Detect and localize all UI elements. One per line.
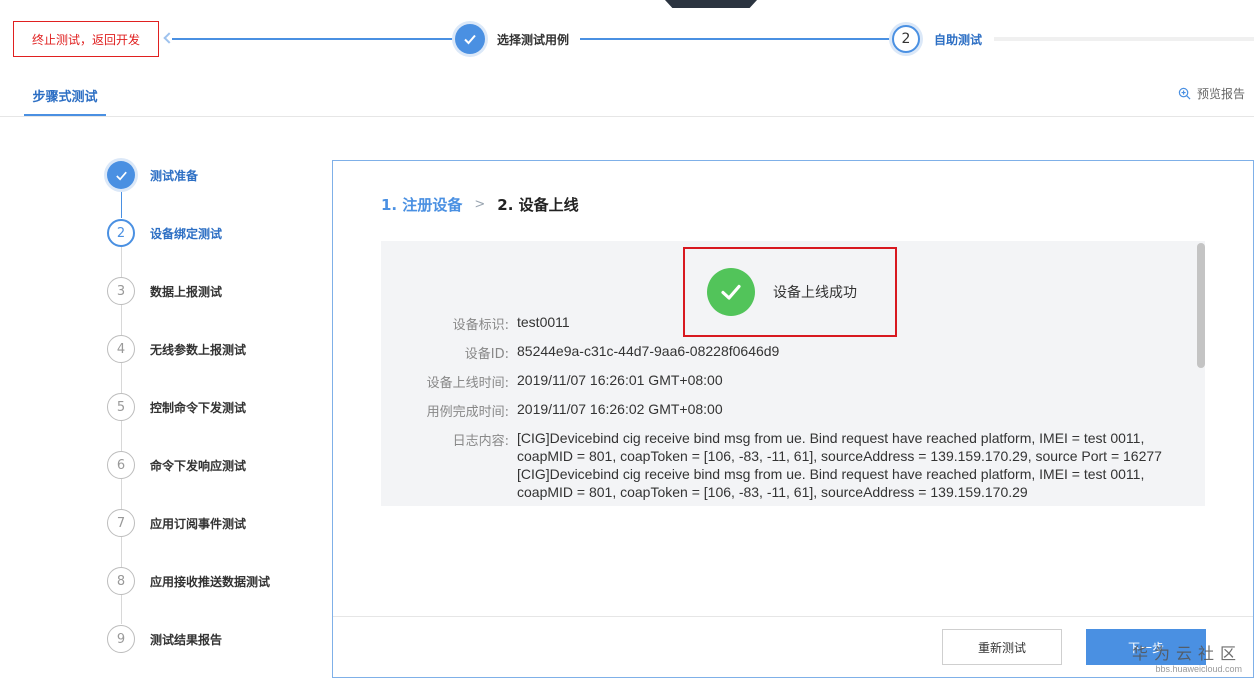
success-check-icon [707, 268, 755, 316]
step-6-number: 6 [107, 451, 135, 479]
online-time-row: 设备上线时间: 2019/11/07 16:26:01 GMT+08:00 [381, 371, 1197, 391]
step-label: 无线参数上报测试 [150, 343, 247, 357]
device-id-row: 设备ID: 85244e9a-c31c-44d7-9aa6-08228f0646… [381, 342, 1197, 362]
step-label: 数据上报测试 [150, 285, 223, 299]
log-line: [CIG]Devicebind cig receive bind msg fro… [517, 430, 1162, 464]
scrollbar-thumb[interactable] [1197, 243, 1205, 368]
retest-button[interactable]: 重新测试 [942, 629, 1062, 665]
log-line: [CIG]Devicebind cig receive bind msg fro… [517, 466, 1145, 500]
field-label: 日志内容: [452, 434, 509, 449]
step-label: 设备绑定测试 [150, 227, 223, 241]
online-time-value: 2019/11/07 16:26:01 GMT+08:00 [517, 372, 723, 388]
field-label: 设备ID: [464, 347, 509, 362]
footer-divider [333, 616, 1253, 617]
step-done-check [455, 24, 485, 54]
chevron-right-icon: > [474, 197, 486, 212]
watermark: 华为云社区 bbs.huaweicloud.com [1132, 640, 1242, 674]
progress-track-current [580, 38, 893, 40]
top-notch [665, 0, 757, 8]
step-self-test-label: 自助测试 [934, 33, 983, 47]
step-label: 应用接收推送数据测试 [150, 575, 271, 589]
breadcrumb: 1. 注册设备 > 2. 设备上线 [381, 194, 579, 215]
step-label: 应用订阅事件测试 [150, 517, 247, 531]
step-label: 测试结果报告 [150, 633, 223, 647]
breadcrumb-device-online: 2. 设备上线 [497, 196, 579, 214]
field-label: 用例完成时间: [426, 405, 509, 420]
step-9-number: 9 [107, 625, 135, 653]
check-icon [115, 171, 127, 180]
step-4-number: 4 [107, 335, 135, 363]
step-7-number: 7 [107, 509, 135, 537]
tab-step-test[interactable]: 步骤式测试 [24, 76, 106, 116]
step-current-number: 2 [892, 25, 920, 53]
tab-divider [0, 116, 1254, 117]
field-label: 设备标识: [452, 318, 509, 333]
done-time-row: 用例完成时间: 2019/11/07 16:26:02 GMT+08:00 [381, 400, 1197, 420]
watermark-title: 华为云社区 [1132, 644, 1243, 663]
field-label: 设备上线时间: [426, 376, 509, 391]
log-content: [CIG]Devicebind cig receive bind msg fro… [509, 429, 1169, 501]
result-box: 设备上线成功 设备标识: test0011 设备ID: 85244e9a-c31… [381, 241, 1197, 506]
progress-track-done [172, 38, 456, 40]
done-time-value: 2019/11/07 16:26:02 GMT+08:00 [517, 401, 723, 417]
check-icon [464, 34, 476, 45]
preview-report-link[interactable]: 预览报告 [1178, 85, 1245, 102]
step-label: 控制命令下发测试 [150, 401, 247, 415]
device-tag-value: test0011 [517, 314, 570, 330]
log-row: 日志内容: [CIG]Devicebind cig receive bind m… [381, 429, 1197, 501]
step-label: 测试准备 [150, 169, 199, 183]
watermark-url: bbs.huaweicloud.com [1155, 664, 1243, 674]
progress-track-todo [994, 37, 1254, 41]
step-label: 命令下发响应测试 [150, 459, 247, 473]
step-select-cases-label: 选择测试用例 [497, 33, 570, 47]
step-connector [121, 188, 122, 218]
success-message: 设备上线成功 [773, 285, 857, 301]
step-1-done [107, 161, 135, 189]
test-panel: 1. 注册设备 > 2. 设备上线 设备上线成功 设备标识: test0011 … [332, 160, 1254, 678]
abort-test-button[interactable]: 终止测试，返回开发 [13, 21, 159, 57]
zoom-in-icon [1178, 87, 1191, 100]
breadcrumb-register-device[interactable]: 1. 注册设备 [381, 194, 462, 215]
log-scrollbar[interactable] [1197, 241, 1205, 506]
device-tag-row: 设备标识: test0011 [381, 313, 1197, 333]
device-id-value: 85244e9a-c31c-44d7-9aa6-08228f0646d9 [517, 343, 780, 359]
step-8-number: 8 [107, 567, 135, 595]
step-2-number: 2 [107, 219, 135, 247]
step-5-number: 5 [107, 393, 135, 421]
step-3-number: 3 [107, 277, 135, 305]
preview-report-label: 预览报告 [1197, 87, 1246, 101]
